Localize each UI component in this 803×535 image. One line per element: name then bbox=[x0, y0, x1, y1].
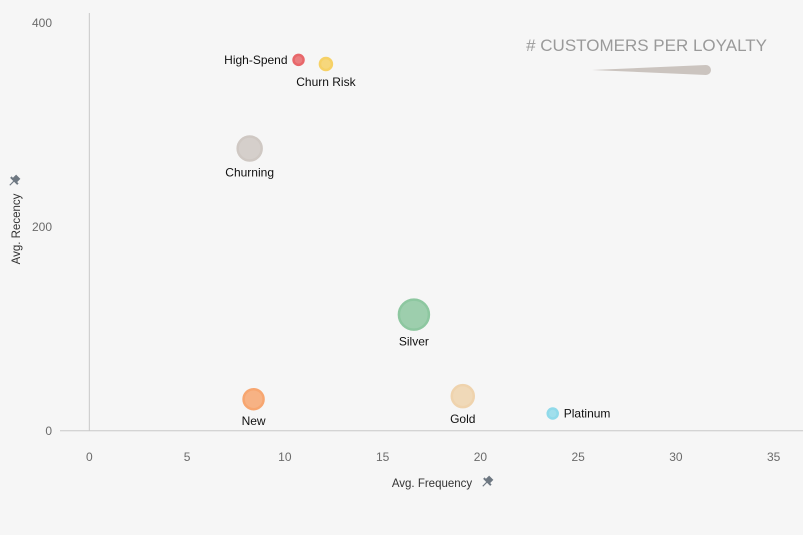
point-label-churn-risk: Churn Risk bbox=[296, 75, 356, 89]
y-pin-icon bbox=[9, 174, 21, 186]
x-tick-label: 30 bbox=[669, 450, 683, 464]
point-label-new: New bbox=[242, 414, 266, 428]
point-new[interactable] bbox=[242, 387, 265, 411]
axes: 0 5 10 15 20 25 30 35 0 200 400 bbox=[32, 13, 803, 464]
y-tick-label: 0 bbox=[45, 424, 52, 438]
point-gold[interactable] bbox=[450, 383, 476, 409]
point-label-gold: Gold bbox=[450, 412, 475, 426]
size-legend-wedge bbox=[592, 65, 711, 75]
x-tick-label: 10 bbox=[278, 450, 292, 464]
point-platinum[interactable] bbox=[546, 407, 559, 420]
point-label-churning: Churning bbox=[225, 166, 274, 180]
y-tick-label: 400 bbox=[32, 16, 52, 30]
y-tick-label: 200 bbox=[32, 220, 52, 234]
points: High-Spend Churn Risk Churning Silver New Gol… bbox=[224, 53, 610, 428]
x-tick-label: 15 bbox=[376, 450, 390, 464]
scatter-chart: 0 5 10 15 20 25 30 35 0 200 400 High-Spend Churn Ri… bbox=[9, 13, 803, 490]
x-tick-label: 20 bbox=[474, 450, 488, 464]
x-axis-title: Avg. Frequency bbox=[392, 478, 473, 490]
y-axis-title: Avg. Recency bbox=[11, 193, 23, 264]
x-tick-label: 0 bbox=[86, 450, 93, 464]
size-legend-title: # CUSTOMERS PER LOYALTY bbox=[526, 36, 767, 55]
point-churn-risk[interactable] bbox=[318, 56, 334, 72]
x-tick-label: 5 bbox=[184, 450, 191, 464]
size-legend: # CUSTOMERS PER LOYALTY bbox=[526, 36, 767, 75]
x-pin-icon bbox=[482, 475, 494, 487]
point-silver[interactable] bbox=[397, 298, 431, 331]
point-label-high-spend: High-Spend bbox=[224, 53, 287, 67]
x-tick-label: 25 bbox=[571, 450, 585, 464]
point-high-spend[interactable] bbox=[292, 53, 305, 67]
x-tick-label: 35 bbox=[767, 450, 781, 464]
point-label-platinum: Platinum bbox=[564, 406, 611, 420]
point-label-silver: Silver bbox=[399, 335, 429, 349]
point-churning[interactable] bbox=[236, 135, 263, 162]
